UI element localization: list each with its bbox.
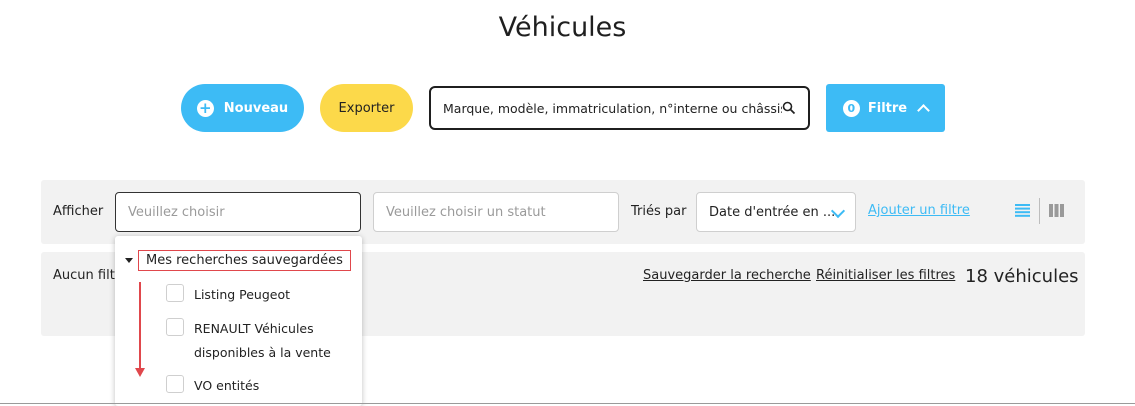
new-button[interactable]: + Nouveau: [181, 84, 304, 132]
add-filter-link[interactable]: Ajouter un filtre: [868, 203, 970, 218]
show-label: Afficher: [53, 204, 104, 219]
no-filter-text: Aucun filtr: [53, 268, 121, 283]
saved-searches-group[interactable]: Mes recherches sauvegardées: [138, 250, 351, 271]
list-view-icon[interactable]: [1015, 204, 1030, 217]
search-placeholder: Marque, modèle, immatriculation, n°inter…: [443, 100, 782, 116]
page-title: Véhicules: [498, 12, 627, 43]
plus-icon: +: [196, 99, 214, 117]
sort-select[interactable]: Date d'entrée en ...: [696, 192, 856, 232]
save-search-link[interactable]: Sauvegarder la recherche: [643, 268, 811, 283]
status-select[interactable]: Veuillez choisir un statut: [373, 192, 619, 232]
option-label[interactable]: RENAULT Véhicules: [194, 317, 314, 341]
export-button-label: Exporter: [338, 100, 395, 116]
option-label[interactable]: Listing Peugeot: [194, 283, 290, 307]
view-divider: [1039, 198, 1040, 224]
search-input[interactable]: Marque, modèle, immatriculation, n°inter…: [429, 86, 810, 130]
option-checkbox[interactable]: [166, 375, 184, 393]
show-select-placeholder: Veuillez choisir: [128, 204, 225, 220]
caret-down-icon[interactable]: [125, 258, 133, 263]
filter-button-label: Filtre: [867, 100, 908, 116]
show-select[interactable]: Veuillez choisir: [115, 192, 361, 232]
sort-select-value: Date d'entrée en ...: [709, 204, 836, 220]
status-select-placeholder: Veuillez choisir un statut: [386, 204, 546, 220]
saved-searches-dropdown: Mes recherches sauvegardées Listing Peug…: [115, 236, 362, 406]
export-button[interactable]: Exporter: [320, 84, 413, 132]
option-label-line2[interactable]: disponibles à la vente: [194, 341, 331, 365]
sort-label: Triés par: [631, 204, 687, 219]
search-icon[interactable]: [782, 101, 796, 115]
filter-button[interactable]: 0 Filtre: [826, 84, 945, 132]
annotation-arrow-head: [135, 368, 145, 377]
filter-count-badge: 0: [842, 99, 860, 117]
option-label[interactable]: VO entités: [194, 374, 259, 398]
annotation-arrow-line: [139, 282, 141, 370]
new-button-label: Nouveau: [223, 100, 289, 116]
chevron-up-icon: [917, 104, 930, 117]
option-checkbox[interactable]: [166, 284, 184, 302]
grid-view-icon[interactable]: [1049, 204, 1064, 217]
reset-filters-link[interactable]: Réinitialiser les filtres: [816, 268, 955, 283]
vehicle-count: 18 véhicules: [965, 266, 1079, 287]
option-checkbox[interactable]: [166, 318, 184, 336]
